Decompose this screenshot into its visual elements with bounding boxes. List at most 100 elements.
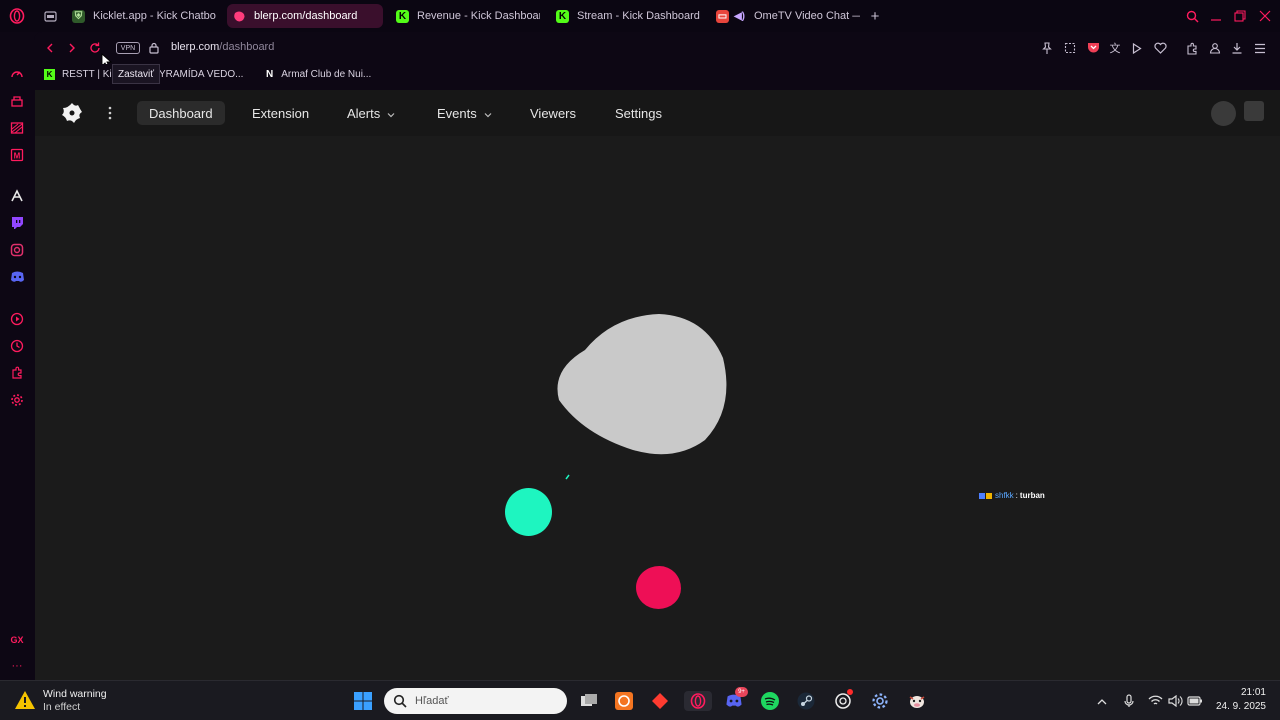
- settings-gear-icon[interactable]: [9, 392, 25, 408]
- notion-icon: N: [266, 69, 274, 80]
- lock-icon[interactable]: [147, 40, 161, 56]
- snapshot-icon[interactable]: [1062, 40, 1078, 56]
- restore-icon[interactable]: [1232, 8, 1248, 24]
- address-bar: VPN blerp.com/dashboard 文: [34, 32, 1280, 64]
- avatar[interactable]: [1211, 101, 1236, 126]
- gx-badge: GX: [10, 635, 24, 645]
- tab-title: blerp.com/dashboard: [254, 10, 358, 22]
- crunchyroll-icon[interactable]: [613, 691, 635, 711]
- tab-title: OmeTV Video Chat —: [754, 10, 860, 22]
- messenger-m-icon[interactable]: M: [9, 147, 25, 163]
- extensions-icon[interactable]: [9, 365, 25, 381]
- nav-events[interactable]: Events: [437, 101, 492, 125]
- kick-favicon-icon: K: [556, 9, 569, 23]
- heart-icon[interactable]: [1152, 40, 1168, 56]
- tab-stream[interactable]: K Stream - Kick Dashboard: [550, 4, 705, 28]
- bookmark-label: Armaf Club de Nui...: [281, 69, 372, 80]
- steam-icon[interactable]: [795, 691, 817, 711]
- search-placeholder: Hľadať: [415, 695, 449, 707]
- tab-ometv[interactable]: ▭ ◀) OmeTV Video Chat —: [710, 4, 860, 28]
- play-icon[interactable]: [1129, 40, 1145, 56]
- aria-icon[interactable]: [9, 188, 25, 204]
- microphone-icon[interactable]: [1118, 691, 1140, 711]
- notification-dot: [847, 689, 853, 695]
- task-view-icon[interactable]: [578, 691, 600, 711]
- close-icon[interactable]: [1257, 8, 1273, 24]
- easy-setup-menu-icon[interactable]: [1252, 40, 1268, 56]
- loading-blob-pink: [636, 566, 681, 609]
- tab-title: Revenue - Kick Dashboar: [417, 10, 540, 22]
- tab-blerp[interactable]: blerp.com/dashboard: [227, 4, 383, 28]
- kick-favicon-icon: K: [396, 9, 409, 23]
- pocket-icon[interactable]: [1085, 40, 1101, 56]
- ometv-favicon-icon: ▭: [716, 9, 729, 23]
- download-icon[interactable]: [1229, 40, 1245, 56]
- discord-icon[interactable]: [9, 269, 25, 285]
- account-menu-button[interactable]: [1244, 101, 1264, 121]
- blerp-logo-icon[interactable]: [60, 101, 84, 125]
- gx-corner-icon[interactable]: [9, 120, 25, 136]
- bookmark-armaf[interactable]: N Armaf Club de Nui...: [266, 69, 371, 80]
- cow-app-icon[interactable]: [906, 691, 928, 711]
- taskbar-search[interactable]: Hľadať: [384, 688, 567, 714]
- blerp-dashboard-page: Dashboard Extension Alerts Events Viewer…: [35, 90, 1280, 680]
- url-host: blerp.com: [171, 41, 220, 53]
- history-icon[interactable]: [9, 338, 25, 354]
- windows-start-icon[interactable]: [352, 691, 374, 711]
- weather-title[interactable]: Wind warning: [43, 688, 107, 700]
- tab-revenue[interactable]: K Revenue - Kick Dashboar: [390, 4, 540, 28]
- spotify-icon[interactable]: [759, 691, 781, 711]
- search-icon: [393, 694, 407, 708]
- translate-icon[interactable]: 文: [1107, 40, 1123, 56]
- top-navigation: Dashboard Extension Alerts Events Viewer…: [35, 90, 1280, 136]
- tab-kicklet[interactable]: ⛨ Kicklet.app - Kick Chatbo: [66, 4, 218, 28]
- minimize-icon[interactable]: [1208, 8, 1224, 24]
- wifi-icon[interactable]: [1144, 691, 1166, 711]
- show-hidden-icons-icon[interactable]: [1091, 691, 1113, 711]
- forward-icon[interactable]: [64, 40, 80, 56]
- battery-icon[interactable]: [1184, 691, 1206, 711]
- nav-extension[interactable]: Extension: [252, 101, 309, 125]
- nav-viewers[interactable]: Viewers: [530, 101, 576, 125]
- profile-icon[interactable]: [1207, 40, 1223, 56]
- volume-icon[interactable]: [1164, 691, 1186, 711]
- bookmark-pyramida[interactable]: YRAMÍDA VEDO...: [159, 69, 243, 80]
- loading-blob-teal: [505, 488, 552, 536]
- opera-gx-logo-icon[interactable]: [8, 7, 26, 25]
- gx-control-icon[interactable]: [9, 93, 25, 109]
- chevron-down-icon: [387, 106, 395, 121]
- nav-dashboard[interactable]: Dashboard: [137, 101, 225, 125]
- warning-icon[interactable]: [14, 690, 36, 710]
- search-tabs-icon[interactable]: [1184, 8, 1200, 24]
- chat-username: shfkk: [995, 491, 1014, 500]
- url-field[interactable]: blerp.com/dashboard: [171, 41, 274, 53]
- opera-gx-taskbar-icon[interactable]: [684, 691, 712, 711]
- speed-dial-icon[interactable]: [9, 66, 25, 82]
- nav-alerts[interactable]: Alerts: [347, 101, 395, 125]
- sidebar-more-icon[interactable]: ···: [9, 658, 25, 674]
- chevron-down-icon: [484, 106, 492, 121]
- badge-icon: [979, 492, 985, 499]
- new-tab-button[interactable]: +: [867, 7, 883, 25]
- bookmark-restt[interactable]: K RESTT | Ki: [44, 69, 112, 80]
- red-app-icon[interactable]: [649, 691, 671, 711]
- tab-islands-icon[interactable]: [42, 8, 58, 24]
- clock-date[interactable]: 24. 9. 2025: [1206, 701, 1266, 712]
- nav-events-label: Events: [437, 105, 477, 121]
- pin-icon[interactable]: [1039, 40, 1055, 56]
- tab-title: Stream - Kick Dashboard: [577, 10, 700, 22]
- more-vertical-icon[interactable]: [105, 104, 115, 122]
- vpn-badge[interactable]: VPN: [116, 42, 140, 54]
- audio-playing-icon[interactable]: ◀): [733, 10, 746, 23]
- settings-taskbar-icon[interactable]: [869, 691, 891, 711]
- extensions-puzzle-icon[interactable]: [1184, 40, 1200, 56]
- clock-time[interactable]: 21:01: [1216, 687, 1266, 698]
- back-icon[interactable]: [42, 40, 58, 56]
- nav-settings[interactable]: Settings: [615, 101, 662, 125]
- twitch-icon[interactable]: [9, 215, 25, 231]
- windows-taskbar: Wind warning In effect Hľadať 9+ 21:01 2…: [0, 680, 1280, 720]
- browser-sidebar: M GX ···: [0, 32, 34, 680]
- tab-bar: ⛨ Kicklet.app - Kick Chatbo blerp.com/da…: [0, 0, 1280, 32]
- instagram-icon[interactable]: [9, 242, 25, 258]
- player-icon[interactable]: [9, 311, 25, 327]
